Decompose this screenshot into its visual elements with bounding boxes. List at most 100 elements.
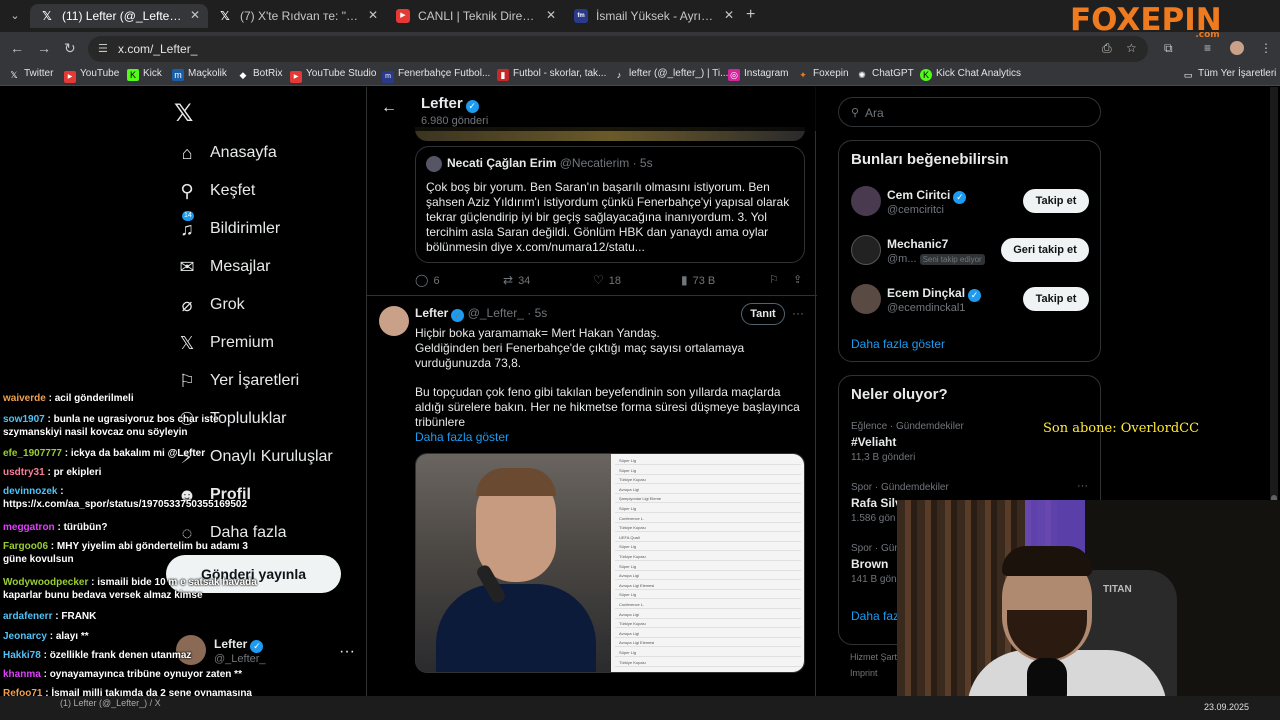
chat-user: efe_1907777 [3,448,62,459]
suggest-name-text: Cem Ciritci [887,188,951,202]
show-more-link[interactable]: Daha faz [851,609,899,623]
all-bookmarks[interactable]: ▭ Tüm Yer İşaretleri [1182,68,1277,81]
stats-row [615,560,801,561]
chat-user: usdtry31 [3,467,45,478]
timeline: ← Lefter ✓ 6.980 gönderi Necati Çağlan Er… [366,87,817,720]
more-icon[interactable]: ··· [1077,480,1088,492]
nav-explore[interactable]: ⚲ Keşfet [176,181,255,209]
bookmark-youtube[interactable]: ▶ YouTube [64,68,119,83]
reload-icon[interactable]: ↻ [64,40,76,57]
taskbar-item[interactable]: (1) Lefter (@_Lefter_) / X [60,698,161,708]
views-button[interactable]: ▮ 73 B [681,273,715,287]
install-icon[interactable]: ⎙ [1102,41,1112,56]
like-button[interactable]: ♡ 18 [593,273,621,287]
tab-ismail[interactable]: fm İsmail Yüksek - Ayrıntılı perfor ✕ [564,4,742,28]
bookmark-chatgpt[interactable]: ✺ ChatGPT [856,68,913,81]
bookmark-button[interactable]: ⚐ [769,273,779,286]
menu-icon[interactable]: ⋮ [1260,41,1272,55]
avatar[interactable] [851,284,881,314]
reply-button[interactable]: ◯ 6 [415,273,440,287]
bookmark-label: Kick [143,68,162,79]
promote-button[interactable]: Tanıt [741,303,785,325]
back-icon[interactable]: ← [10,40,24,56]
stats-row [615,627,801,629]
chat-user: Jeonarcy [3,631,47,642]
chat-user: Hakki78 [3,650,41,661]
nav-grok[interactable]: ⌀ Grok [176,295,245,323]
show-more-link[interactable]: Daha fazla göster [851,337,945,351]
tab-title: (11) Lefter (@_Lefter_) / X [62,9,182,23]
stats-label: Conference L. [619,515,645,521]
nav-notifications[interactable]: ♫ 14 Bildirimler [176,211,280,247]
search-input[interactable]: ⚲ Ara [838,97,1101,127]
nav-label: Keşfet [210,182,256,199]
nav-home[interactable]: ⌂ Anasayfa [176,143,277,171]
x-logo-icon[interactable]: 𝕏 [174,99,193,128]
bookmark-youtube-studio[interactable]: ▶ YouTube Studio [290,68,376,83]
trend-name[interactable]: #Veliaht [851,435,896,449]
tab-search-icon[interactable]: ⌄ [6,7,24,25]
avatar[interactable] [379,306,409,336]
nav-premium[interactable]: 𝕏 Premium [176,333,274,361]
bookmark-foxepin[interactable]: ✦ Foxepin [797,68,848,81]
back-arrow-icon[interactable]: ← [381,99,397,117]
chat-message: meggatron : türübün? [3,522,108,533]
repost-button[interactable]: ⇄ 34 [503,273,530,287]
avatar[interactable] [851,186,881,216]
bookmark-futbol[interactable]: ▮ Futbol - skorlar, tak... [497,68,606,81]
chat-user: waiverde [3,393,46,404]
close-icon[interactable]: ✕ [724,8,734,22]
profile-title: Lefter ✓ [421,95,479,113]
follow-back-button[interactable]: Geri takip et [1001,238,1089,262]
follow-button[interactable]: Takip et [1023,287,1089,311]
reply-icon: ◯ [415,273,429,287]
share-icon[interactable]: ⇪ [793,273,802,286]
close-icon[interactable]: ✕ [190,8,200,22]
star-icon[interactable]: ☆ [1126,41,1137,55]
bookmark-instagram[interactable]: ◎ Instagram [728,68,788,81]
stats-row [615,502,801,504]
bookmark-kick[interactable]: K Kick [127,68,162,81]
suggest-name[interactable]: Cem Ciritci ✓ [887,188,967,204]
chat-user: sow1907 [3,414,45,425]
imprint-link[interactable]: Imprint [850,668,878,678]
show-more-link[interactable]: Daha fazla göster [415,430,509,444]
bookmark-mackolik[interactable]: m Maçkolik [172,68,227,81]
tab-canli[interactable]: ▶ CANLI | Teknik Direktörümü ✕ [386,4,564,28]
media-icon[interactable]: ≡ [1204,41,1211,55]
quoted-post[interactable]: Necati Çağlan Erim @Necatierim · 5s Çok … [415,146,805,263]
url-bar[interactable]: ☰ x.com/_Lefter_ [88,36,1148,62]
bookmark-twitter[interactable]: 𝕏 Twitter [8,68,53,81]
tab-lefter[interactable]: 𝕏 (11) Lefter (@_Lefter_) / X ✕ [30,4,208,28]
close-icon[interactable]: ✕ [368,8,378,22]
close-icon[interactable]: ✕ [546,8,556,22]
tos-link[interactable]: Hizmet Şart [850,652,897,662]
profile-avatar[interactable] [1230,41,1244,55]
more-icon[interactable]: ··· [792,306,804,320]
trend-name[interactable]: Brown [851,557,888,571]
bookmark-botrix[interactable]: ◆ BotRix [237,68,283,81]
chat-user: khanma [3,669,41,680]
chat-text: alayı ** [55,631,89,642]
new-tab-button[interactable]: + [746,6,755,24]
stats-row [615,598,801,600]
bookmark-kick-analytics[interactable]: K Kick Chat Analytics [920,68,1021,81]
chat-text: türübün? [63,522,108,533]
tab-ridvan[interactable]: 𝕏 (7) X'te Rıdvan те: " 👏 https://t ✕ [208,4,386,28]
extensions-icon[interactable]: ⧉ [1164,41,1173,56]
bookmark-fenerbahce[interactable]: m Fenerbahçe Futbol... [382,68,490,83]
chat-text: özellikle frank denen utanmaz [49,650,192,661]
site-settings-icon[interactable]: ☰ [98,36,108,62]
url-text: x.com/_Lefter_ [118,42,198,56]
suggest-name[interactable]: Mechanic7 [887,237,948,251]
post-author: Lefter ✓ @_Lefter_ · 5s [415,306,547,322]
bookmark-tiktok[interactable]: ♪ lefter (@_lefter_) | Ti... [613,68,729,81]
suggest-name[interactable]: Ecem Dinçkal ✓ [887,286,982,302]
avatar[interactable] [851,235,881,265]
forward-icon[interactable]: → [37,40,51,56]
nav-messages[interactable]: ✉ Mesajlar [176,257,270,285]
stats-row [615,521,801,523]
post-media[interactable]: Süper Lig Süper Lig Türkiye Kupası Avrupa L… [415,453,805,673]
follow-button[interactable]: Takip et [1023,189,1089,213]
more-icon[interactable]: ··· [339,643,355,661]
